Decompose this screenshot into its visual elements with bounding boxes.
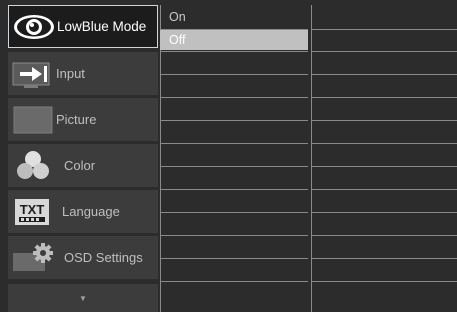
input-arrow-icon [10, 56, 56, 92]
menu-item-color[interactable]: Color [8, 144, 158, 187]
row-divider [160, 51, 308, 52]
menu-item-label: OSD Settings [64, 250, 143, 265]
picture-icon [10, 102, 56, 138]
submenu-options: On Off [160, 5, 308, 312]
menu-item-label: Input [56, 66, 85, 81]
osd-settings-gear-icon [10, 240, 56, 276]
menu-item-osd-settings[interactable]: OSD Settings [8, 236, 158, 279]
row-divider [160, 281, 308, 282]
row-divider [312, 97, 457, 98]
option-on[interactable]: On [160, 7, 308, 27]
menu-scroll-down[interactable]: ▼ [8, 284, 158, 312]
menu-item-language[interactable]: TXT Language [8, 190, 158, 233]
row-divider [312, 120, 457, 121]
color-circles-icon [10, 148, 56, 184]
row-divider [312, 212, 457, 213]
row-divider [160, 143, 308, 144]
menu-item-input[interactable]: Input [8, 52, 158, 95]
eye-icon [11, 9, 57, 45]
menu-item-lowblue-mode[interactable]: LowBlue Mode [8, 5, 158, 48]
row-divider [312, 29, 457, 30]
row-divider [160, 235, 308, 236]
main-menu: LowBlue Mode Input Picture Color TXT Lan… [8, 5, 158, 312]
row-divider [312, 235, 457, 236]
menu-item-label: Color [64, 158, 96, 173]
svg-text:TXT: TXT [20, 202, 45, 217]
submenu-values [312, 5, 457, 312]
row-divider [312, 143, 457, 144]
row-divider [312, 258, 457, 259]
row-divider [312, 74, 457, 75]
row-divider [312, 166, 457, 167]
row-divider [160, 97, 308, 98]
row-divider [160, 258, 308, 259]
chevron-down-icon: ▼ [79, 293, 87, 303]
row-divider [312, 281, 457, 282]
osd-menu: LowBlue Mode Input Picture Color TXT Lan… [0, 0, 457, 312]
option-label: On [169, 10, 186, 24]
menu-item-label: Picture [56, 112, 97, 127]
row-divider [312, 189, 457, 190]
row-divider [160, 166, 308, 167]
menu-item-label: LowBlue Mode [57, 19, 147, 34]
row-divider [312, 51, 457, 52]
option-label: Off [169, 33, 186, 47]
row-divider [160, 189, 308, 190]
menu-item-label: Language [62, 204, 120, 219]
row-divider [160, 212, 308, 213]
row-divider [160, 120, 308, 121]
option-off[interactable]: Off [160, 30, 308, 50]
txt-language-icon: TXT [10, 194, 56, 230]
menu-item-picture[interactable]: Picture [8, 98, 158, 141]
row-divider [160, 74, 308, 75]
